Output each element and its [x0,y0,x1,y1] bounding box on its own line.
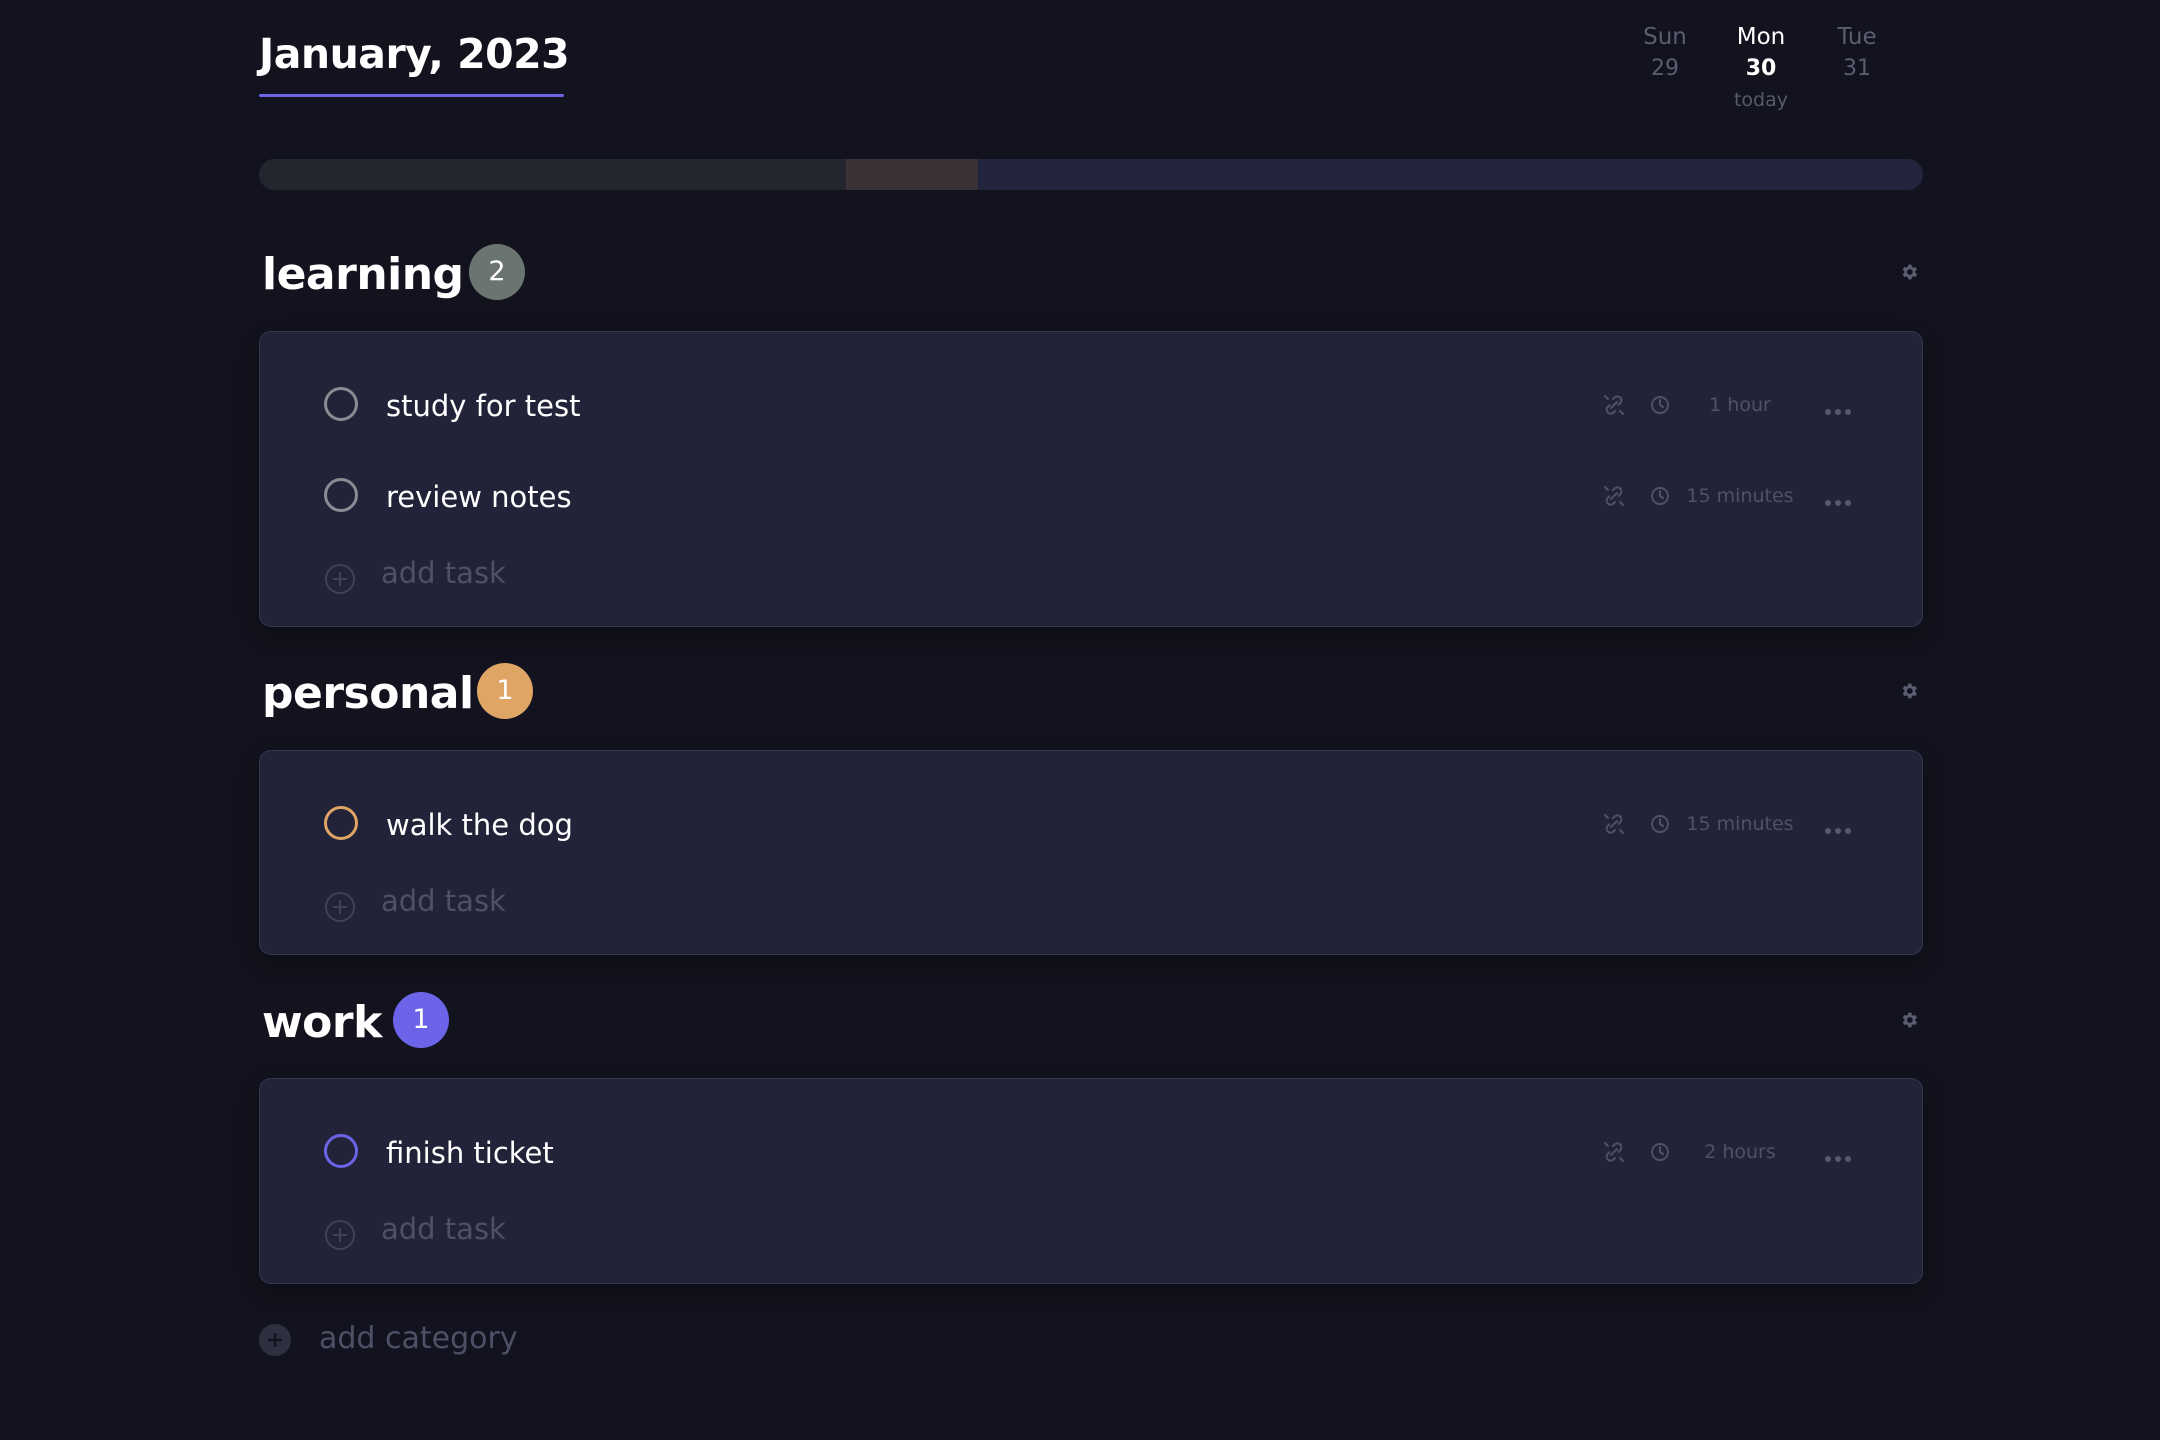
month-title-underline [259,94,564,97]
category-title[interactable]: work [262,997,382,1048]
task-row[interactable]: finish ticket 2 hours [260,1123,1922,1183]
category-title[interactable]: personal [262,668,474,719]
progress-bar [259,159,1923,190]
add-task-label: add task [381,556,506,590]
link-icon[interactable] [1602,393,1626,417]
add-category-button[interactable]: add category [259,1318,659,1362]
day-selector: Sun 29 Mon 30 today Tue 31 [1620,22,1920,122]
progress-segment [846,159,978,190]
task-duration[interactable]: 1 hour [1670,392,1810,418]
task-row[interactable]: study for test 1 hour [260,376,1922,436]
link-icon[interactable] [1602,1140,1626,1164]
task-duration[interactable]: 2 hours [1670,1139,1810,1165]
plus-icon [324,563,356,595]
progress-segment [977,159,1923,190]
link-icon[interactable] [1602,484,1626,508]
task-duration[interactable]: 15 minutes [1670,811,1810,837]
add-task-button[interactable]: add task [260,551,660,601]
clock-icon [1650,814,1670,834]
add-task-button[interactable]: add task [260,1207,660,1257]
plus-icon [324,891,356,923]
task-name[interactable]: review notes [386,480,572,514]
task-checkbox[interactable] [324,387,358,421]
day-sun[interactable]: Sun 29 [1620,22,1710,86]
task-row[interactable]: review notes 15 minutes [260,467,1922,527]
more-icon[interactable] [1824,1148,1852,1162]
task-row[interactable]: walk the dog 15 minutes [260,795,1922,855]
task-checkbox[interactable] [324,806,358,840]
task-name[interactable]: finish ticket [386,1136,554,1170]
month-title[interactable]: January, 2023 [259,30,570,78]
clock-icon [1650,1142,1670,1162]
task-name[interactable]: walk the dog [386,808,573,842]
category-header-personal: personal 1 [259,663,1923,723]
day-tue[interactable]: Tue 31 [1812,22,1902,86]
add-category-label: add category [319,1321,518,1356]
day-number: 29 [1651,56,1679,81]
clock-icon [1650,486,1670,506]
category-header-learning: learning 2 [259,244,1923,304]
category-count-badge: 1 [393,992,449,1048]
day-name: Tue [1837,24,1877,50]
plus-icon [259,1324,291,1356]
category-card-work: finish ticket 2 hours add task [259,1078,1923,1284]
task-checkbox[interactable] [324,1134,358,1168]
task-name[interactable]: study for test [386,389,580,423]
more-icon[interactable] [1824,401,1852,415]
task-duration[interactable]: 15 minutes [1670,483,1810,509]
add-task-label: add task [381,884,506,918]
day-number: 30 [1745,56,1777,81]
add-task-button[interactable]: add task [260,879,660,929]
plus-icon [324,1219,356,1251]
category-title[interactable]: learning [262,249,464,300]
category-card-learning: study for test 1 hour review notes 15 mi… [259,331,1923,627]
more-icon[interactable] [1824,492,1852,506]
day-name: Sun [1643,24,1687,50]
gear-icon[interactable] [1895,1006,1923,1034]
gear-icon[interactable] [1895,677,1923,705]
today-label: today [1733,89,1789,111]
add-task-label: add task [381,1212,506,1246]
day-number: 31 [1843,56,1871,81]
gear-icon[interactable] [1895,258,1923,286]
category-count-badge: 2 [469,244,525,300]
day-mon[interactable]: Mon 30 today [1716,22,1806,114]
progress-segment [259,159,847,190]
task-checkbox[interactable] [324,478,358,512]
category-header-work: work 1 [259,992,1923,1052]
category-card-personal: walk the dog 15 minutes add task [259,750,1923,955]
clock-icon [1650,395,1670,415]
day-name: Mon [1736,24,1786,50]
more-icon[interactable] [1824,820,1852,834]
link-icon[interactable] [1602,812,1626,836]
category-count-badge: 1 [477,663,533,719]
